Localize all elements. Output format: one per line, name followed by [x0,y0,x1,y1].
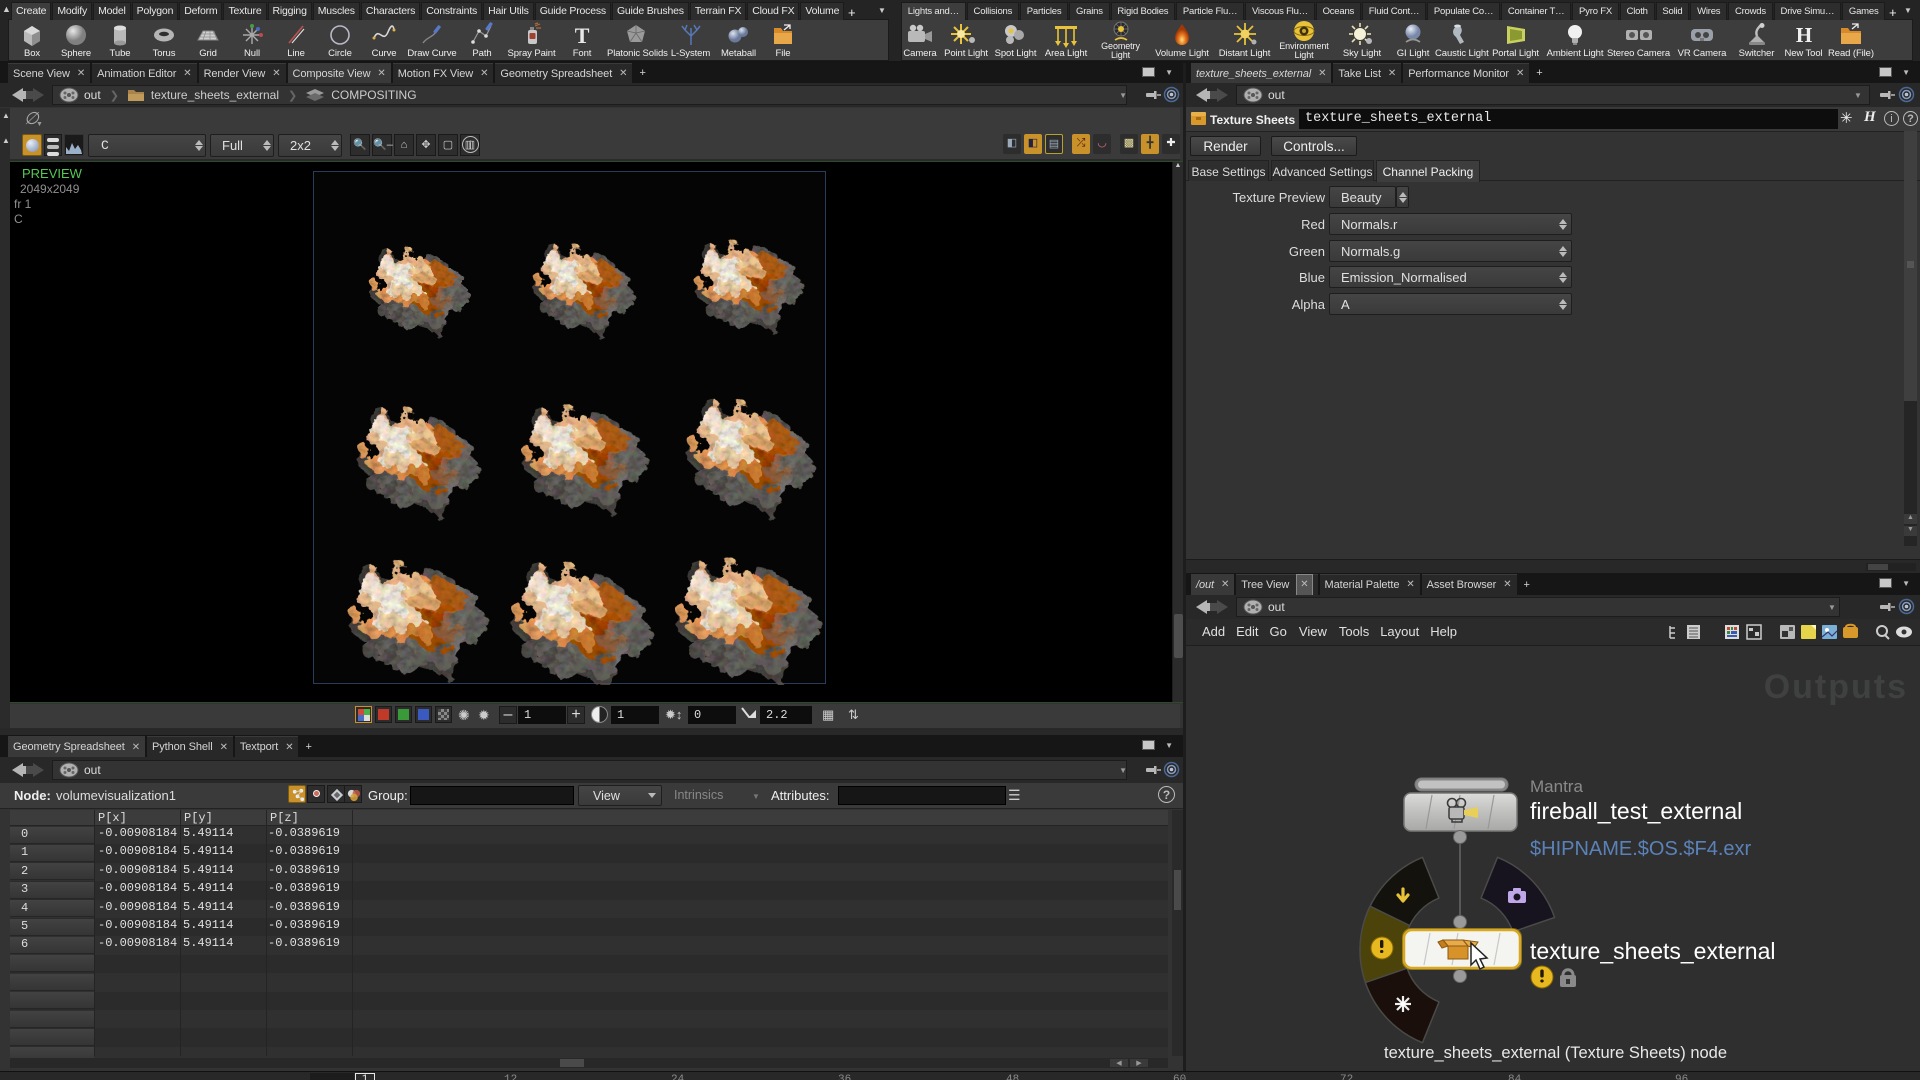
svg-text:T: T [575,23,590,48]
svg-text:H: H [1795,23,1811,47]
